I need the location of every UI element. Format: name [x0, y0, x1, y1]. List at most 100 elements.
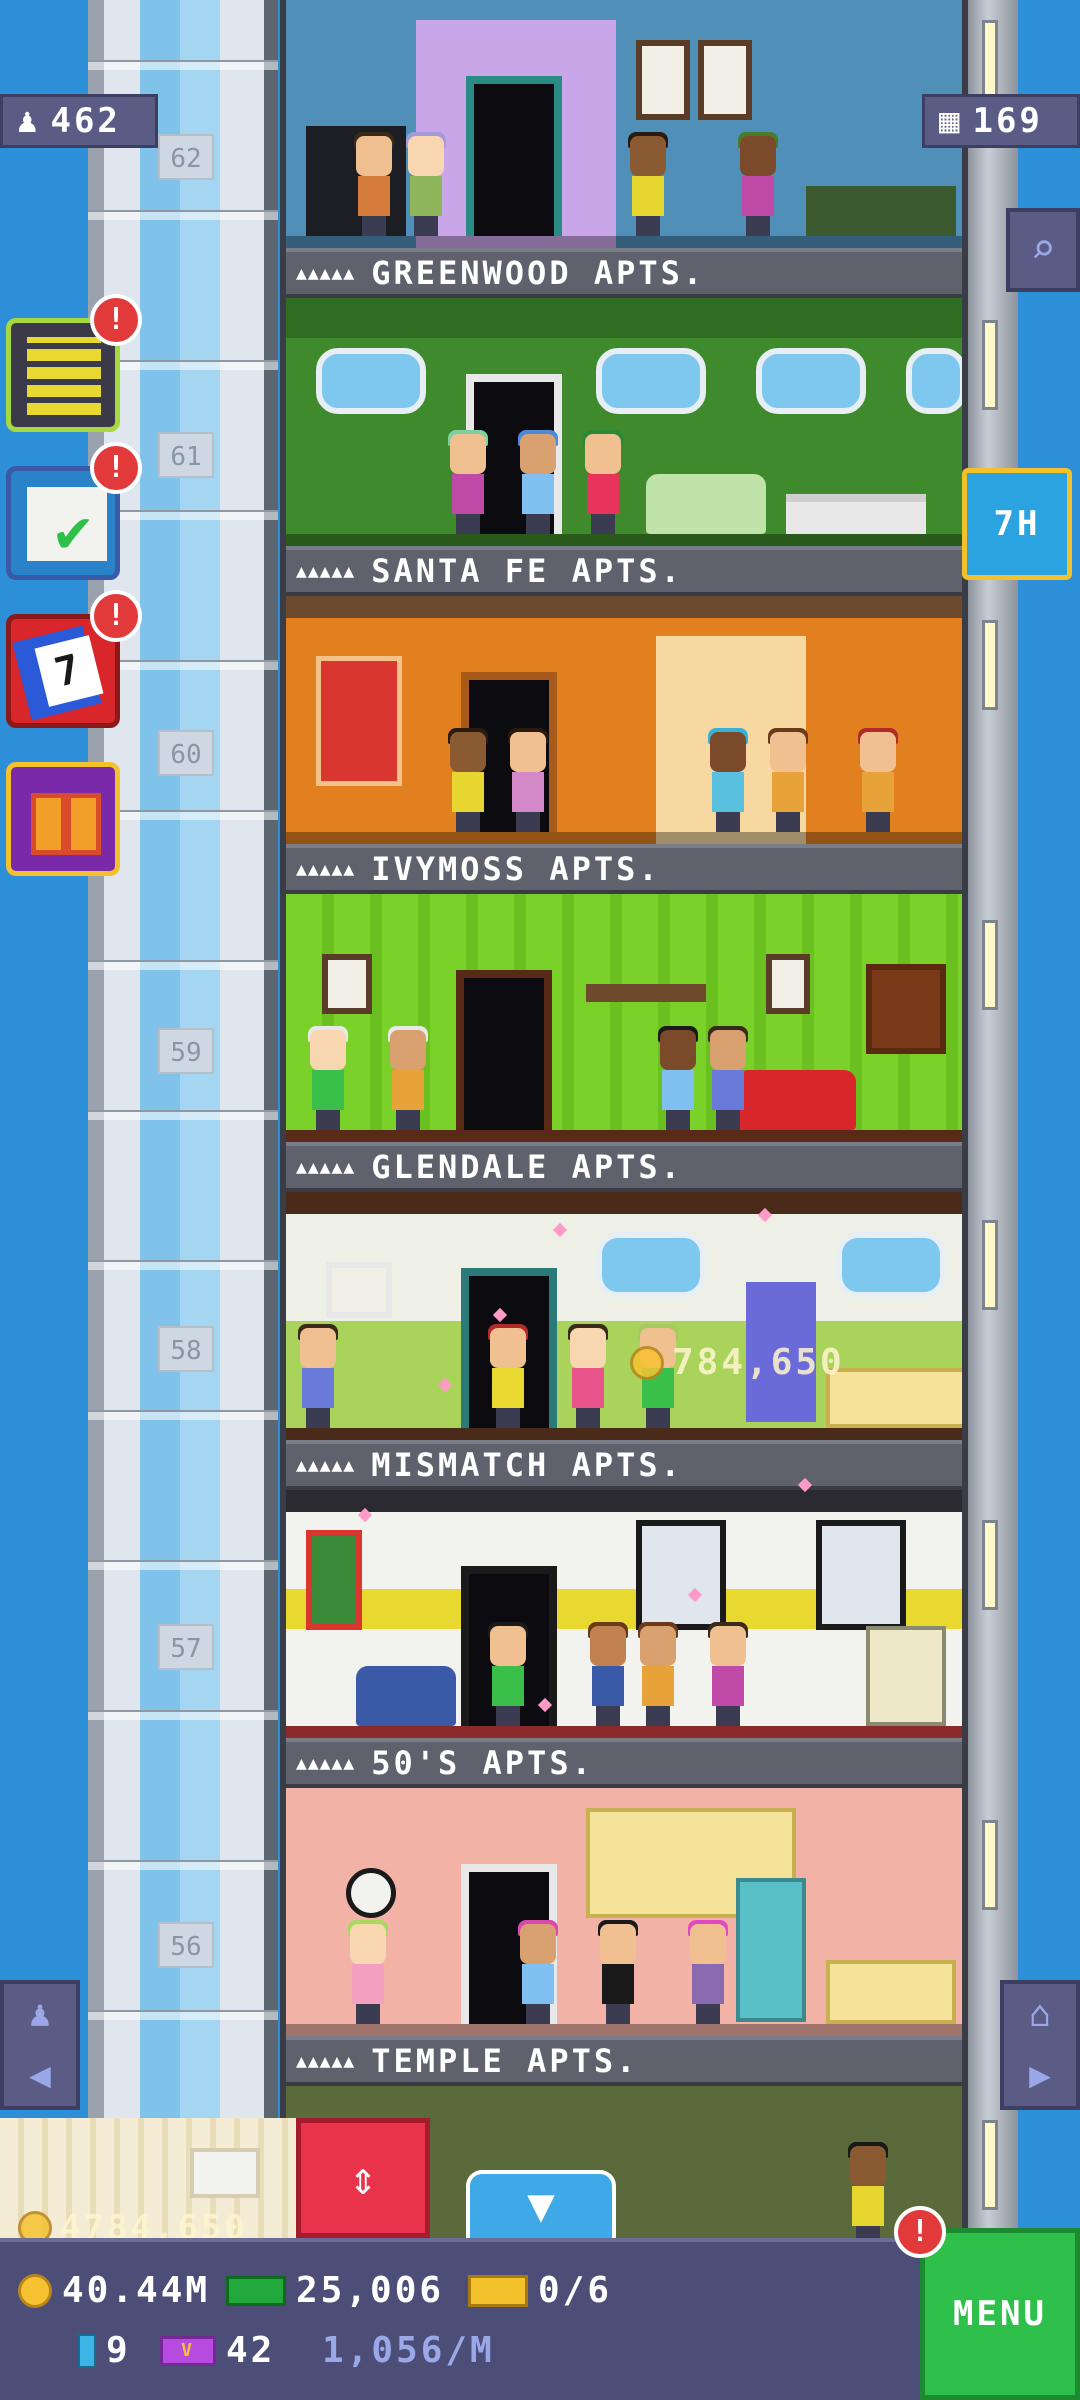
bitizen[interactable] — [516, 1920, 560, 2024]
floor-stars: ▲▲▲▲▲ — [296, 1752, 356, 1774]
floor-mismatch[interactable]: ▲▲▲▲▲ MISMATCH APTS. — [280, 1192, 968, 1490]
search-button[interactable]: ⌕ — [1006, 208, 1080, 292]
picture-frame — [322, 954, 372, 1014]
floor-temple[interactable]: ▲▲▲▲▲ TEMPLE APTS. — [280, 1788, 968, 2086]
floor-ivymoss[interactable]: ▲▲▲▲▲ IVYMOSS APTS. — [280, 596, 968, 894]
shaft-rung — [88, 1110, 278, 1120]
bitizen[interactable] — [596, 1920, 640, 2024]
bux-icon — [226, 2275, 286, 2306]
bitizen-head — [310, 1030, 346, 1070]
bitizen[interactable] — [636, 1622, 680, 1726]
nav-left-button[interactable]: ♟ ◀ — [0, 1980, 80, 2110]
bitizen-head — [660, 1030, 696, 1070]
floor-50s[interactable]: ▲▲▲▲▲ 50'S APTS. — [280, 1490, 968, 1788]
bitizen-legs — [716, 1706, 740, 1726]
magnifier-icon: ⌕ — [1030, 224, 1056, 273]
floor-counter[interactable]: ▦ 169 — [922, 94, 1080, 148]
gems-resource[interactable]: 9 — [78, 2330, 131, 2371]
bitizen[interactable] — [296, 1324, 340, 1428]
room-interior — [286, 1788, 962, 2036]
rail-light — [982, 1220, 998, 1310]
bitizen[interactable] — [516, 430, 560, 534]
shaft-rung — [88, 60, 278, 70]
bitizen[interactable] — [846, 2142, 890, 2246]
window — [596, 1232, 706, 1298]
bitizen-head — [300, 1328, 336, 1368]
floor-name: TEMPLE APTS. — [371, 2042, 639, 2080]
floor-greenwood[interactable]: ▲▲▲▲▲ GREENWOOD APTS. — [280, 0, 968, 298]
bitizen[interactable] — [686, 1920, 730, 2024]
window — [316, 348, 426, 414]
door — [456, 970, 552, 1130]
bitizen[interactable] — [404, 132, 448, 236]
room-interior — [286, 298, 962, 546]
bitizen[interactable] — [581, 430, 625, 534]
bitizen-head — [740, 136, 776, 176]
timer-badge[interactable]: 7H — [962, 468, 1072, 580]
bitizen[interactable] — [446, 728, 490, 832]
bitizen-legs — [666, 1110, 690, 1130]
bitizen-head — [710, 1626, 746, 1666]
floor-count-value: 169 — [972, 101, 1043, 141]
bitizen[interactable] — [386, 1026, 430, 1130]
bitizen-body — [712, 1666, 744, 1706]
bitizen[interactable] — [706, 1622, 750, 1726]
bitizen-legs — [716, 812, 740, 832]
bitizen[interactable] — [656, 1026, 700, 1130]
bitizen[interactable] — [706, 1026, 750, 1130]
coin-icon — [18, 2273, 52, 2308]
bitizen[interactable] — [766, 728, 810, 832]
gift-button[interactable] — [6, 762, 120, 876]
bitizen-head — [585, 434, 621, 474]
bitizen-body — [452, 474, 484, 514]
bitizen[interactable] — [856, 728, 900, 832]
bitizen-legs — [526, 514, 550, 534]
bitizen-head — [450, 732, 486, 772]
room-interior — [286, 596, 962, 844]
floor-glendale[interactable]: ▲▲▲▲▲ GLENDALE APTS. — [280, 894, 968, 1192]
bux-resource[interactable]: 25,006 — [226, 2270, 444, 2311]
bitizen[interactable] — [446, 430, 490, 534]
coins-resource[interactable]: 40.44M — [18, 2270, 210, 2311]
bitizen[interactable] — [736, 132, 780, 236]
rail-light — [982, 1820, 998, 1910]
tickets-resource[interactable]: 0/6 — [468, 2270, 612, 2311]
elevator-button[interactable]: ⇕ — [296, 2118, 430, 2238]
bitizen[interactable] — [586, 1622, 630, 1726]
bitizen-legs — [456, 514, 480, 534]
floor-stars: ▲▲▲▲▲ — [296, 858, 356, 880]
population-counter[interactable]: ♟ 462 — [0, 94, 158, 148]
bitizen[interactable] — [306, 1026, 350, 1130]
bitizen-legs — [596, 1706, 620, 1726]
menu-button[interactable]: MENU — [920, 2228, 1080, 2400]
floor-label: ▲▲▲▲▲ 50'S APTS. — [286, 1738, 962, 1788]
coin-collect-panel[interactable]: 4784,650 — [0, 2118, 296, 2248]
bitizen[interactable] — [346, 1920, 390, 2024]
bitizen[interactable] — [706, 728, 750, 832]
nav-right-button[interactable]: ⌂ ▶ — [1000, 1980, 1080, 2110]
vip-resource[interactable]: V 42 — [160, 2330, 275, 2371]
bitizen[interactable] — [486, 1622, 530, 1726]
bitizen-head — [490, 1328, 526, 1368]
bitizen[interactable] — [626, 132, 670, 236]
bitizen[interactable] — [486, 1324, 530, 1428]
bitizen-head — [520, 1924, 556, 1964]
shaft-floor-number: 58 — [158, 1326, 214, 1372]
bitizen-body — [352, 1964, 384, 2004]
vip-value: 42 — [226, 2330, 276, 2371]
bitizen-legs — [646, 1408, 670, 1428]
scroll-down-button[interactable]: ▼ — [466, 2170, 616, 2240]
room-interior — [286, 1192, 962, 1440]
bookshelf — [586, 984, 706, 1002]
shaft-rung — [88, 1860, 278, 1870]
bitizen[interactable] — [352, 132, 396, 236]
bitizen-body — [632, 176, 664, 216]
shaft-rung — [88, 1710, 278, 1720]
bitizen-head — [510, 732, 546, 772]
floor-santa-fe[interactable]: ▲▲▲▲▲ SANTA FE APTS. — [280, 298, 968, 596]
bitizen[interactable] — [566, 1324, 610, 1428]
bitizen-body — [712, 1070, 744, 1110]
bitizen[interactable] — [506, 728, 550, 832]
tasks-alert-badge: ! — [90, 442, 142, 494]
ceiling-beam — [286, 1490, 962, 1512]
